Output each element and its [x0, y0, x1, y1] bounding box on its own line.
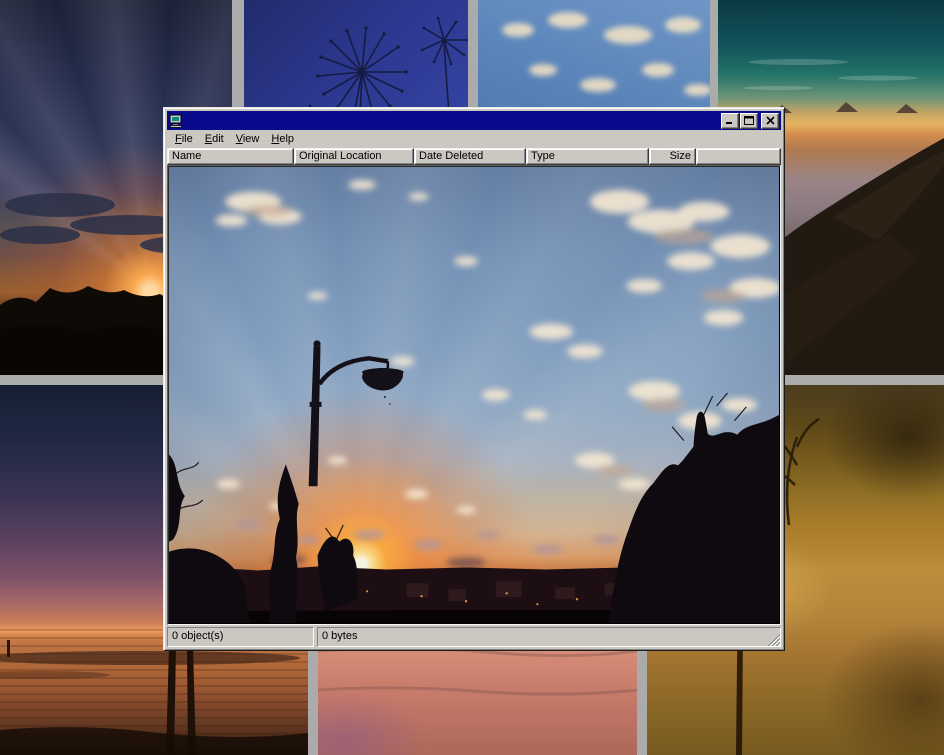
status-size: 0 bytes — [317, 627, 781, 647]
column-header-original-location[interactable]: Original Location — [294, 148, 414, 165]
menu-file[interactable]: File — [169, 131, 199, 147]
column-header-type[interactable]: Type — [526, 148, 649, 165]
minimize-icon — [725, 116, 735, 125]
menu-edit[interactable]: Edit — [199, 131, 230, 147]
column-header-blank[interactable] — [696, 148, 781, 165]
background-photo-sunset-streetlamp — [169, 167, 779, 623]
menu-view[interactable]: View — [230, 131, 266, 147]
close-button[interactable] — [761, 113, 779, 129]
recycle-bin-window: File Edit View Help Name Original Locati… — [163, 107, 785, 651]
column-header-size[interactable]: Size — [649, 148, 696, 165]
menu-bar: File Edit View Help — [167, 130, 781, 148]
resize-grip-icon[interactable] — [767, 633, 780, 646]
column-header-date-deleted[interactable]: Date Deleted — [414, 148, 526, 165]
sunset-photo-overlay — [169, 167, 779, 623]
close-icon — [766, 116, 775, 125]
file-list-area[interactable] — [167, 165, 781, 625]
column-header-name[interactable]: Name — [167, 148, 294, 165]
minimize-button[interactable] — [721, 113, 739, 129]
window-titlebar[interactable] — [167, 111, 781, 130]
menu-help[interactable]: Help — [265, 131, 300, 147]
status-bar: 0 object(s) 0 bytes — [167, 627, 781, 647]
status-object-count: 0 object(s) — [167, 627, 314, 647]
computer-icon — [169, 114, 184, 128]
column-headers: Name Original Location Date Deleted Type… — [167, 148, 781, 165]
maximize-button[interactable] — [740, 113, 758, 129]
maximize-icon — [744, 116, 754, 125]
